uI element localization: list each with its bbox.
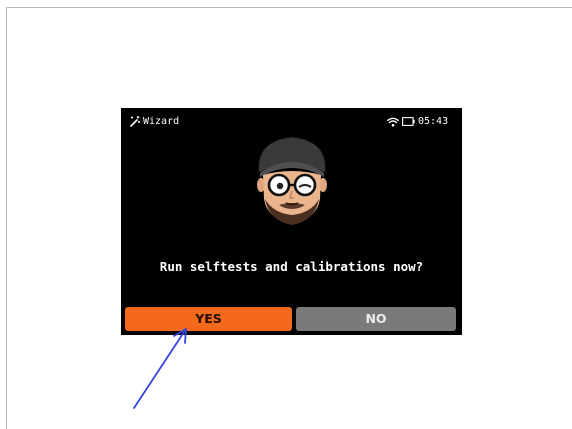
device-screen: Wizard 05:43 Run selftests and calibrati… bbox=[121, 108, 462, 335]
wifi-icon bbox=[387, 117, 399, 127]
no-button[interactable]: NO bbox=[296, 307, 456, 331]
wizard-icon bbox=[130, 116, 140, 127]
dialog-prompt: Run selftests and calibrations now? bbox=[159, 259, 424, 274]
battery-icon bbox=[402, 117, 415, 126]
header-title: Wizard bbox=[143, 116, 180, 127]
yes-button[interactable]: YES bbox=[125, 307, 292, 331]
clock-time: 05:43 bbox=[418, 116, 449, 127]
avatar-face-icon bbox=[257, 136, 327, 225]
